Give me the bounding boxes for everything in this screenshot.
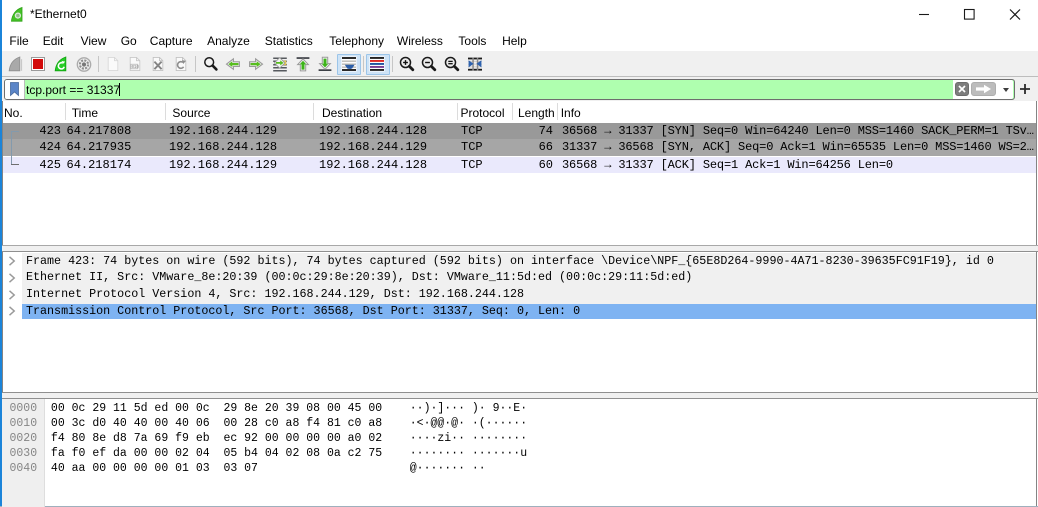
- svg-text:010: 010: [132, 66, 140, 70]
